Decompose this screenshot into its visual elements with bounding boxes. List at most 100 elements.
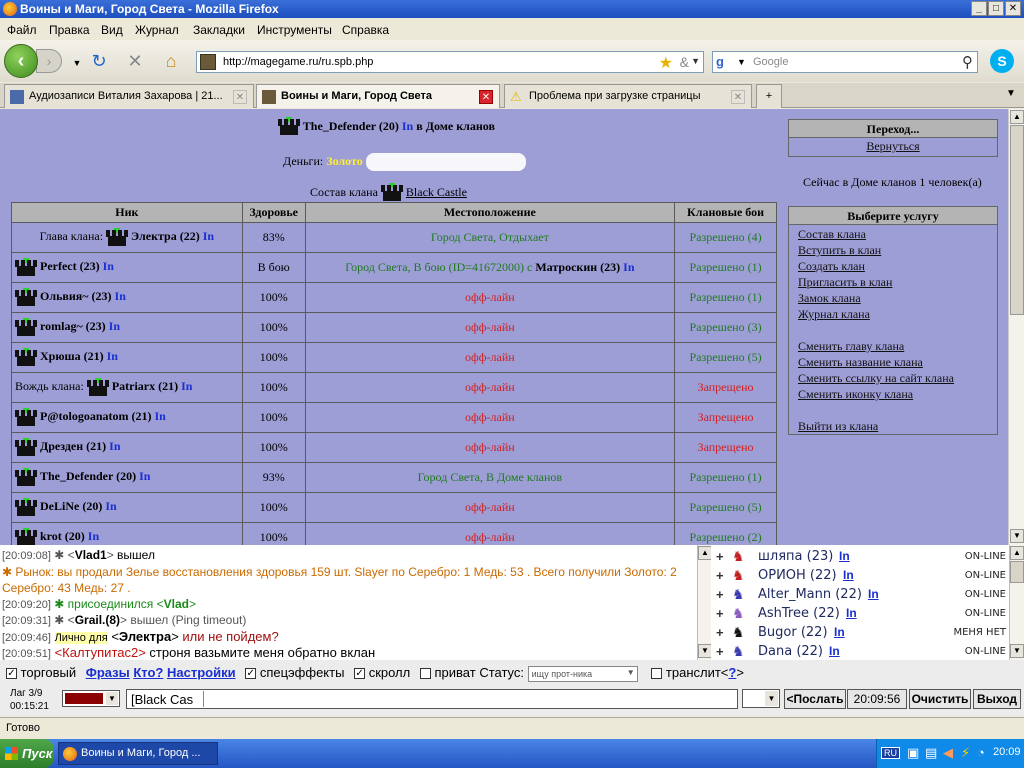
chat-scroll-up[interactable]: ▲ (698, 546, 712, 560)
chat-nick[interactable]: Vlad (164, 597, 189, 611)
tab-magegame[interactable]: Воины и Маги, Город Света ✕ (256, 84, 500, 108)
chat-scrollbar[interactable]: ▲ ▼ (697, 545, 712, 660)
chat-scroll-down[interactable]: ▼ (698, 644, 712, 658)
member-nick[interactable]: krot (20) (40, 529, 85, 543)
status-select[interactable]: ищу прот-ника ▼ (527, 665, 638, 682)
search-bar[interactable]: g ▼ Google ⚲ (712, 51, 978, 73)
chat-nick[interactable]: Grail.(8) (75, 613, 120, 627)
member-info-link[interactable]: In (107, 349, 118, 363)
private-checkbox[interactable] (419, 668, 431, 680)
service-link[interactable]: Выйти из клана (798, 419, 878, 434)
scroll-up-button[interactable]: ▲ (1010, 110, 1024, 124)
tab-audio[interactable]: Аудиозаписи Виталия Захарова | 21... ✕ (4, 84, 254, 108)
translit-checkbox[interactable] (651, 668, 663, 680)
menu-view[interactable]: Вид (101, 23, 123, 37)
skype-tray-icon[interactable]: ◔ (977, 745, 985, 760)
service-link[interactable]: Замок клана (798, 291, 861, 306)
user-info-link[interactable]: In (839, 549, 850, 563)
skype-icon[interactable]: S (990, 49, 1014, 73)
volume-icon[interactable]: ◀ (943, 745, 953, 761)
member-info-link[interactable]: In (105, 499, 116, 513)
opponent-nick[interactable]: Матроскин (23) (535, 260, 620, 274)
service-link[interactable]: Пригласить в клан (798, 275, 892, 290)
member-info-link[interactable]: In (139, 469, 150, 483)
user-info-link[interactable]: In (843, 568, 854, 582)
add-user-icon[interactable]: + (716, 549, 724, 564)
user-info-link[interactable]: In (868, 587, 879, 601)
tab-list-icon[interactable]: ▼ (1006, 88, 1016, 99)
scroll-down-button[interactable]: ▼ (1010, 529, 1024, 543)
member-nick[interactable]: Perfect (23) (40, 259, 100, 273)
minimize-button[interactable]: _ (971, 1, 987, 16)
page-scrollbar[interactable]: ▲ ▼ (1008, 109, 1024, 545)
power-icon[interactable]: ⚡ (961, 745, 970, 761)
user-name[interactable]: ОРИОН (22) (758, 568, 837, 583)
new-tab-button[interactable]: + (756, 84, 782, 108)
feed-icon[interactable]: & (680, 54, 689, 70)
search-icon[interactable]: ⚲ (962, 53, 973, 71)
member-nick[interactable]: DeLiNe (20) (40, 499, 102, 513)
menu-history[interactable]: Журнал (135, 23, 179, 37)
user-name[interactable]: Bugor (22) (758, 625, 828, 640)
service-link[interactable]: Создать клан (798, 259, 865, 274)
send-button[interactable]: <Послать (784, 689, 846, 709)
network-icon[interactable]: ▣ (907, 745, 919, 761)
recipient-select[interactable]: ▼ (742, 689, 780, 708)
user-name[interactable]: AshTree (22) (758, 606, 840, 621)
user-row[interactable]: + ♞ Alter_Mann (22) In ON-LINE (711, 586, 1009, 605)
address-dropdown-icon[interactable]: ▼ (691, 56, 700, 66)
member-nick[interactable]: Patriarx (21) (112, 379, 178, 393)
member-nick[interactable]: Дрезден (21) (40, 439, 106, 453)
stop-icon[interactable]: ✕ (124, 51, 146, 71)
reload-icon[interactable]: ↻ (88, 51, 110, 71)
user-info-link[interactable]: In (846, 606, 857, 620)
scroll-thumb[interactable] (1010, 125, 1024, 315)
add-user-icon[interactable]: + (716, 568, 724, 583)
add-user-icon[interactable]: + (716, 644, 724, 659)
user-name[interactable]: Alter_Mann (22) (758, 587, 862, 602)
history-dropdown-icon[interactable]: ▼ (66, 53, 88, 73)
settings-link[interactable]: Настройки (167, 665, 236, 680)
user-row[interactable]: + ♞ Dana (22) In ON-LINE (711, 643, 1009, 660)
service-link[interactable]: Состав клана (798, 227, 866, 242)
scroll-checkbox[interactable]: ✓ (354, 668, 366, 680)
user-info-link[interactable]: In (829, 644, 840, 658)
opponent-info-link[interactable]: In (623, 260, 634, 274)
bookmark-star-icon[interactable]: ★ (659, 53, 673, 73)
close-tab-icon[interactable]: ✕ (731, 90, 745, 104)
member-nick[interactable]: The_Defender (20) (40, 469, 136, 483)
trade-checkbox[interactable]: ✓ (6, 668, 17, 680)
member-info-link[interactable]: In (88, 529, 99, 543)
display-icon[interactable]: ▤ (925, 745, 937, 761)
member-nick[interactable]: Ольвия~ (23) (40, 289, 112, 303)
color-select[interactable]: ▼ (62, 690, 120, 707)
member-info-link[interactable]: In (109, 439, 120, 453)
service-link[interactable]: Сменить главу клана (798, 339, 904, 354)
service-link[interactable]: Вступить в клан (798, 243, 881, 258)
close-tab-icon[interactable]: ✕ (233, 90, 247, 104)
chat-nick[interactable]: Vlad1 (75, 548, 107, 562)
add-user-icon[interactable]: + (716, 625, 724, 640)
start-button[interactable]: Пуск (0, 739, 54, 768)
member-info-link[interactable]: In (109, 319, 120, 333)
menu-file[interactable]: Файл (7, 23, 37, 37)
add-user-icon[interactable]: + (716, 587, 724, 602)
member-info-link[interactable]: In (154, 409, 165, 423)
home-icon[interactable]: ⌂ (160, 51, 182, 71)
menu-tools[interactable]: Инструменты (257, 23, 332, 37)
users-scrollbar[interactable]: ▲ ▼ (1009, 545, 1024, 660)
chat-nick[interactable]: Калтупитас2 (62, 645, 138, 660)
service-link[interactable]: Сменить название клана (798, 355, 923, 370)
user-row[interactable]: + ♞ шляпа (23) In ON-LINE (711, 548, 1009, 567)
user-row[interactable]: + ♞ Bugor (22) In МЕНЯ НЕТ (711, 624, 1009, 643)
address-bar[interactable]: http://magegame.ru/ru.spb.php ★ & ▼ (196, 51, 704, 73)
user-info-link[interactable]: In (834, 625, 845, 639)
menu-edit[interactable]: Правка (49, 23, 90, 37)
member-info-link[interactable]: In (115, 289, 126, 303)
users-scroll-down[interactable]: ▼ (1010, 644, 1024, 658)
exit-button[interactable]: Выход (973, 689, 1021, 709)
users-scroll-up[interactable]: ▲ (1010, 546, 1024, 560)
user-row[interactable]: + ♞ ОРИОН (22) In ON-LINE (711, 567, 1009, 586)
service-link[interactable]: Сменить иконку клана (798, 387, 913, 402)
member-nick[interactable]: romlag~ (23) (40, 319, 106, 333)
